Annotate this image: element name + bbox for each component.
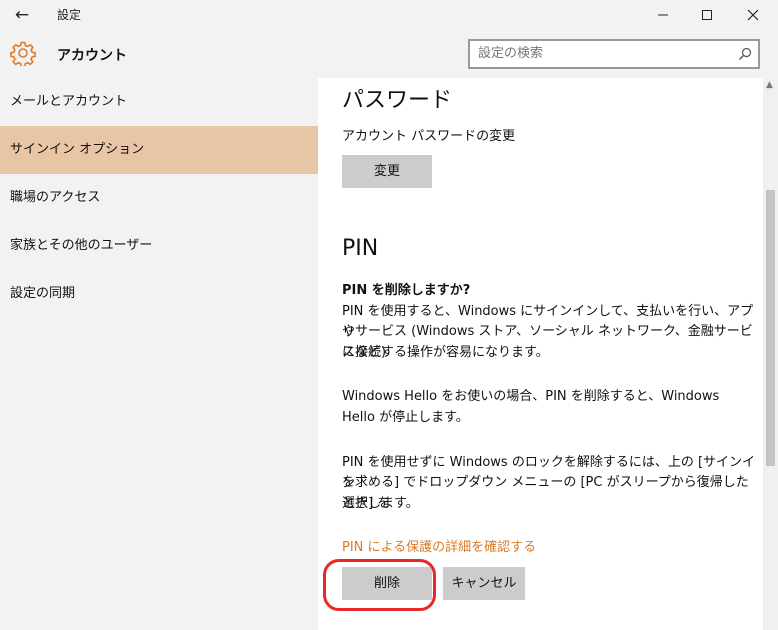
maximize-icon — [702, 10, 712, 20]
maximize-button[interactable] — [684, 0, 730, 30]
pin-remove-question: PIN を削除しますか? — [342, 283, 471, 298]
scrollbar[interactable]: ▲ — [763, 78, 778, 630]
windows-hello-note-line: Windows Hello をお使いの場合、PIN を削除すると、Windows — [342, 389, 720, 404]
minimize-icon — [658, 14, 668, 16]
back-button[interactable]: ← — [10, 4, 34, 26]
page-title: アカウント — [57, 48, 127, 64]
close-button[interactable] — [730, 0, 776, 30]
password-change-label: アカウント パスワードの変更 — [342, 129, 516, 144]
unlock-instructions-line: 選択します。 — [342, 496, 419, 511]
close-icon — [747, 9, 759, 21]
password-section-title: パスワード — [342, 88, 453, 113]
back-arrow-icon: ← — [14, 5, 30, 25]
sidebar: メールとアカウント サインイン オプション 職場のアクセス 家族とその他のユーザ… — [0, 78, 318, 630]
title-bar: ← 設定 — [0, 0, 778, 30]
change-password-button[interactable]: 変更 — [342, 155, 432, 188]
gear-icon — [10, 41, 36, 66]
search-box[interactable] — [468, 39, 760, 69]
sidebar-item-family-users[interactable]: 家族とその他のユーザー — [0, 222, 318, 270]
minimize-button[interactable] — [640, 0, 686, 30]
search-icon[interactable] — [738, 47, 752, 61]
pin-description-line: に接続する操作が容易になります。 — [342, 345, 549, 360]
scroll-up-icon[interactable]: ▲ — [766, 80, 773, 90]
pin-section-title: PIN — [342, 236, 379, 261]
window-title: 設定 — [57, 8, 82, 22]
windows-hello-note-line: Hello が停止します。 — [342, 410, 469, 425]
sidebar-item-sign-in-options[interactable]: サインイン オプション — [0, 126, 318, 174]
scrollbar-thumb[interactable] — [766, 190, 775, 466]
pin-learn-more-link[interactable]: PIN による保護の詳細を確認する — [342, 536, 536, 555]
cancel-button[interactable]: キャンセル — [443, 567, 525, 600]
sidebar-item-work-access[interactable]: 職場のアクセス — [0, 174, 318, 222]
search-input[interactable] — [478, 46, 728, 61]
sidebar-item-sync-settings[interactable]: 設定の同期 — [0, 270, 318, 318]
delete-button-highlight — [323, 559, 436, 611]
sidebar-item-mail-accounts[interactable]: メールとアカウント — [0, 78, 318, 126]
content-pane: パスワード アカウント パスワードの変更 変更 PIN PIN を削除しますか?… — [318, 78, 763, 630]
header: アカウント — [0, 30, 778, 78]
